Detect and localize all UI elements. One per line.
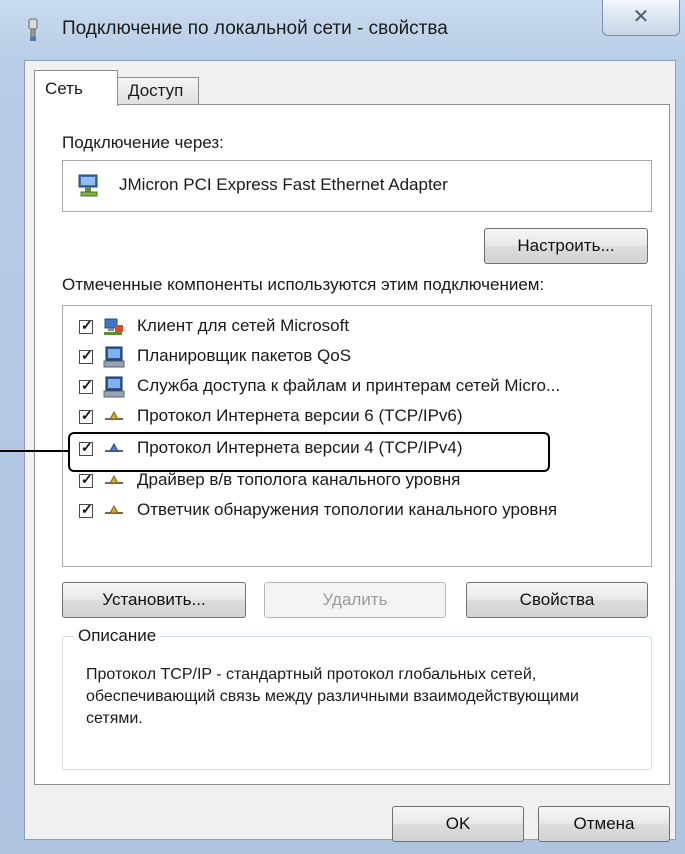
network-adapter-icon [78, 174, 98, 197]
component-checkbox[interactable]: ✓ [79, 471, 93, 488]
network-client-icon [104, 318, 123, 335]
configure-button[interactable]: Настроить... [484, 228, 648, 264]
computer-service-icon [103, 376, 125, 398]
adapter-field: JMicron PCI Express Fast Ethernet Adapte… [62, 160, 652, 212]
highlight-box [68, 432, 550, 472]
protocol-icon [105, 410, 123, 420]
properties-dialog: Подключение по локальной сети - свойства… [0, 0, 685, 854]
tab-network[interactable]: Сеть [34, 70, 118, 106]
close-icon: ✕ [632, 6, 650, 28]
tab-access-label: Доступ [128, 81, 184, 100]
list-item[interactable]: ✓ Протокол Интернета версии 6 (TCP/IPv6) [63, 404, 649, 432]
tab-network-label: Сеть [45, 79, 83, 98]
component-label: Протокол Интернета версии 6 (TCP/IPv6) [137, 406, 463, 425]
list-item[interactable]: ✓ Драйвер в/в тополога канального уровня [63, 468, 649, 496]
description-text: Протокол TCP/IP - стандартный протокол г… [86, 666, 579, 727]
ok-button[interactable]: OK [392, 806, 524, 842]
title-bar[interactable]: Подключение по локальной сети - свойства [0, 0, 685, 60]
callout-line [0, 450, 70, 452]
close-button[interactable]: ✕ [602, 0, 680, 36]
remove-button[interactable]: Удалить [264, 582, 446, 618]
component-checkbox[interactable]: ✓ [79, 407, 93, 424]
computer-service-icon [103, 346, 125, 368]
component-checkbox[interactable]: ✓ [79, 347, 93, 364]
list-item[interactable]: ✓ Ответчик обнаружения топологии канальн… [63, 498, 649, 526]
protocol-icon [105, 474, 123, 484]
component-label: Клиент для сетей Microsoft [137, 316, 350, 335]
cancel-button[interactable]: Отмена [538, 806, 670, 842]
component-checkbox[interactable]: ✓ [79, 377, 93, 394]
list-item[interactable]: ✓ Планировщик пакетов QoS [63, 344, 649, 372]
network-plug-icon [28, 18, 38, 41]
component-label: Драйвер в/в тополога канального уровня [137, 470, 461, 489]
window-title: Подключение по локальной сети - свойства [62, 18, 448, 39]
adapter-name: JMicron PCI Express Fast Ethernet Adapte… [119, 175, 448, 194]
properties-button[interactable]: Свойства [466, 582, 648, 618]
list-item[interactable]: ✓ Клиент для сетей Microsoft [63, 314, 649, 342]
tab-access[interactable]: Доступ [117, 77, 199, 105]
description-title: Описание [74, 626, 161, 646]
connect-through-label: Подключение через: [62, 133, 224, 152]
components-label: Отмеченные компоненты используются этим … [62, 275, 545, 294]
install-button[interactable]: Установить... [62, 582, 246, 618]
component-label: Ответчик обнаружения топологии канальног… [137, 500, 558, 519]
component-checkbox[interactable]: ✓ [79, 501, 93, 518]
protocol-icon [105, 504, 123, 514]
component-checkbox[interactable]: ✓ [79, 317, 93, 334]
component-label: Планировщик пакетов QoS [137, 346, 352, 365]
list-item[interactable]: ✓ Служба доступа к файлам и принтерам се… [63, 374, 649, 402]
component-label: Служба доступа к файлам и принтерам сете… [137, 376, 561, 395]
